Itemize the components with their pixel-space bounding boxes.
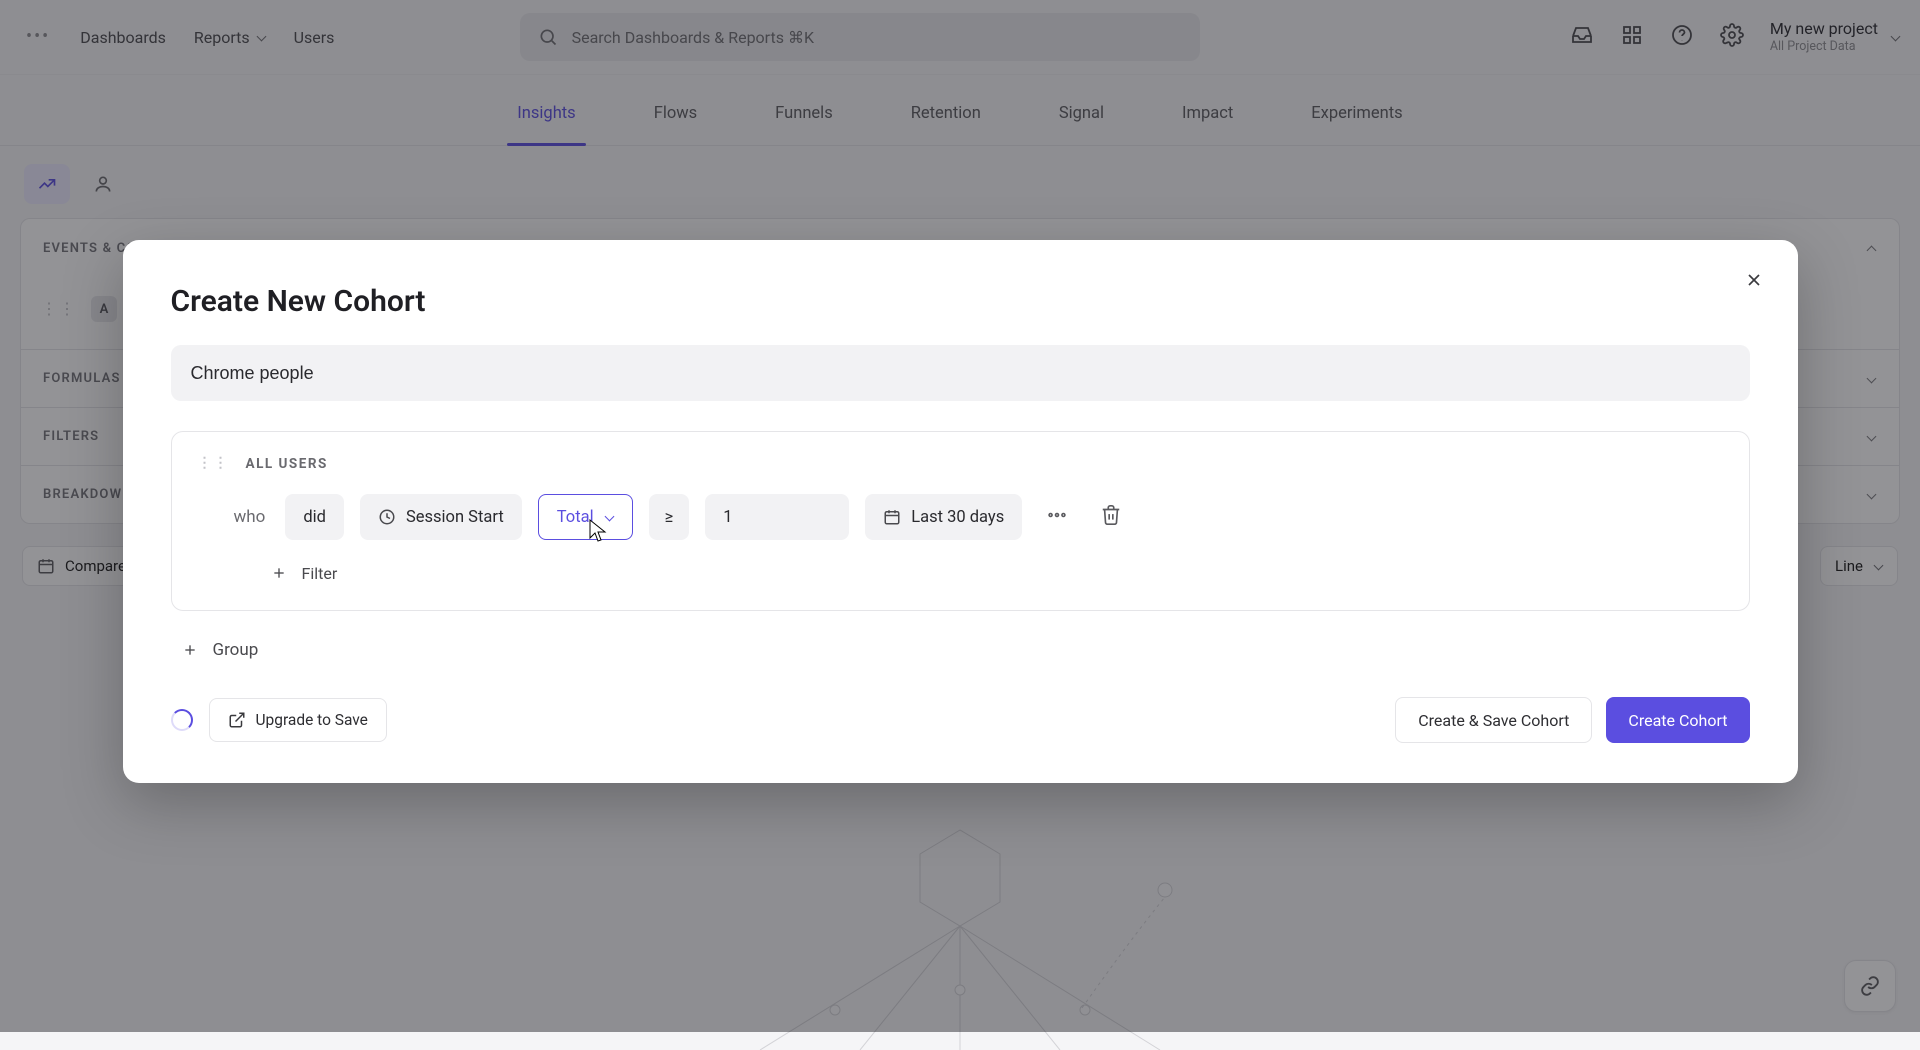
add-group-label: Group bbox=[213, 640, 259, 660]
aggregation-label: Total bbox=[557, 508, 594, 527]
operator-chip[interactable]: ≥ bbox=[649, 494, 690, 540]
create-cohort-modal: Create New Cohort ⋮⋮ ALL USERS who did S… bbox=[123, 240, 1798, 783]
who-label: who bbox=[234, 507, 270, 527]
loading-spinner-icon bbox=[171, 709, 193, 731]
external-link-icon bbox=[228, 711, 246, 729]
plus-icon bbox=[179, 639, 201, 661]
event-label: Session Start bbox=[406, 508, 504, 527]
date-range-label: Last 30 days bbox=[911, 508, 1004, 527]
count-input[interactable]: 1 bbox=[705, 494, 849, 540]
clock-icon bbox=[378, 508, 396, 526]
date-range-chip[interactable]: Last 30 days bbox=[865, 494, 1022, 540]
all-users-label: ALL USERS bbox=[246, 456, 328, 472]
modal-title: Create New Cohort bbox=[171, 284, 1750, 319]
more-options-button[interactable] bbox=[1038, 504, 1076, 530]
event-chip[interactable]: Session Start bbox=[360, 494, 522, 540]
upgrade-to-save-button[interactable]: Upgrade to Save bbox=[209, 698, 387, 742]
add-filter-label: Filter bbox=[302, 564, 338, 583]
delete-row-button[interactable] bbox=[1092, 504, 1130, 530]
aggregation-chip[interactable]: Total bbox=[538, 494, 633, 540]
add-filter-button[interactable]: Filter bbox=[268, 562, 1723, 584]
drag-handle-icon[interactable]: ⋮⋮ bbox=[198, 459, 230, 468]
modal-overlay[interactable]: Create New Cohort ⋮⋮ ALL USERS who did S… bbox=[0, 0, 1920, 1032]
modal-close-button[interactable] bbox=[1740, 266, 1768, 294]
did-chip[interactable]: did bbox=[285, 494, 344, 540]
chevron-down-icon bbox=[604, 512, 614, 522]
cohort-definition-box: ⋮⋮ ALL USERS who did Session Start Total… bbox=[171, 431, 1750, 611]
cohort-name-input[interactable] bbox=[171, 345, 1750, 401]
create-cohort-button[interactable]: Create Cohort bbox=[1606, 697, 1749, 743]
create-save-cohort-button[interactable]: Create & Save Cohort bbox=[1395, 697, 1592, 743]
plus-icon bbox=[268, 562, 290, 584]
calendar-icon bbox=[883, 508, 901, 526]
upgrade-label: Upgrade to Save bbox=[256, 711, 368, 729]
add-group-button[interactable]: Group bbox=[179, 639, 1750, 661]
